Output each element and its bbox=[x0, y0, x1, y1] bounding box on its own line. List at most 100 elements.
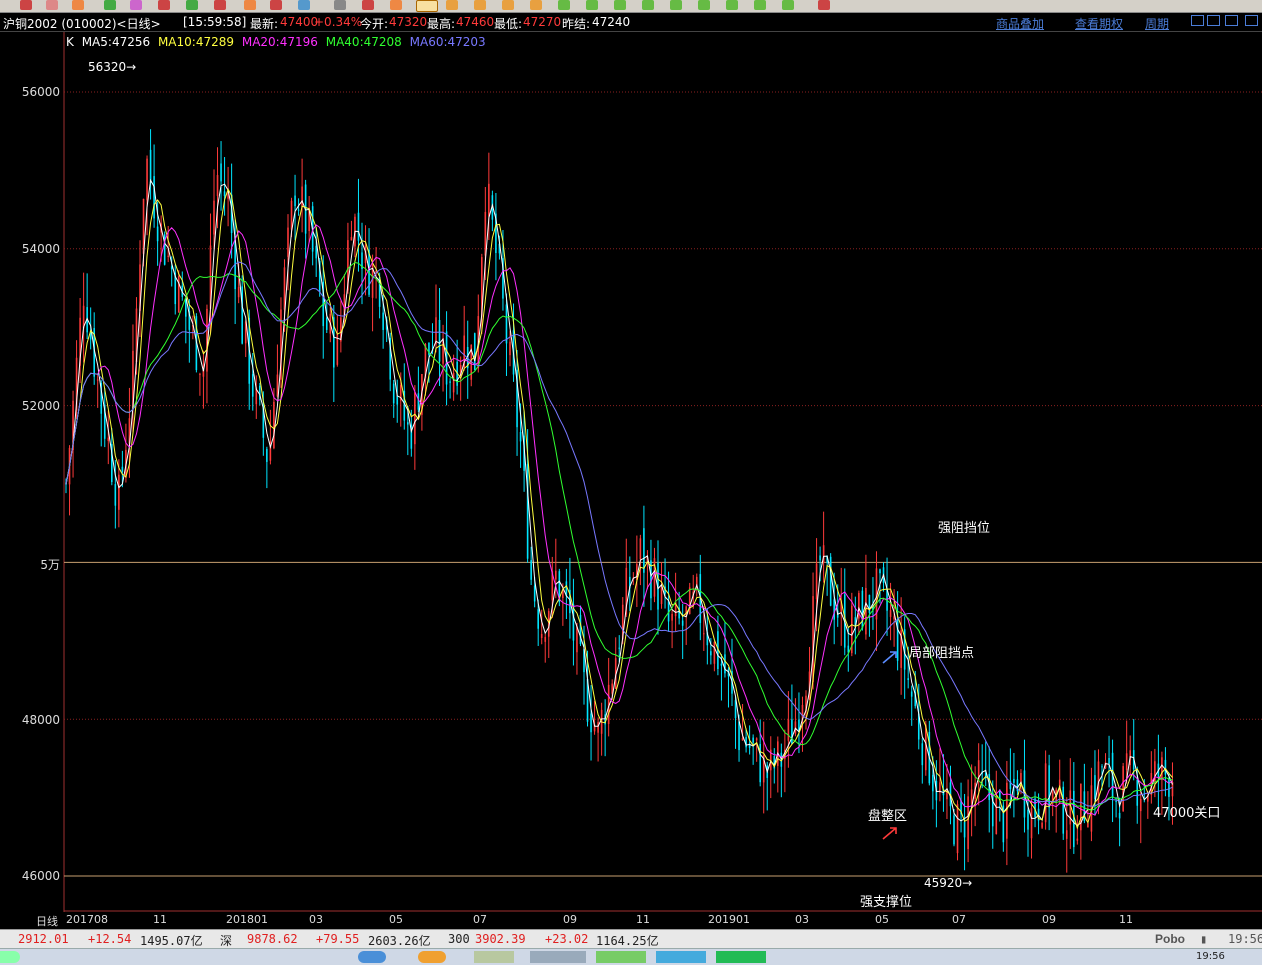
candle-body bbox=[96, 379, 99, 381]
toolbar-icon-9[interactable] bbox=[244, 0, 256, 10]
candle-body bbox=[273, 401, 275, 449]
candle-body bbox=[382, 312, 384, 330]
start-button[interactable] bbox=[0, 951, 20, 963]
candle-body bbox=[530, 560, 532, 580]
candle-body bbox=[350, 237, 353, 241]
taskbar-app-6-icon[interactable] bbox=[656, 951, 706, 963]
candle-body bbox=[812, 596, 814, 683]
candle-body bbox=[544, 636, 547, 642]
kline-chart[interactable] bbox=[0, 32, 1262, 912]
candle-body bbox=[1030, 808, 1033, 839]
period-2h-button[interactable] bbox=[726, 0, 738, 10]
candle-body bbox=[597, 722, 599, 733]
toolbar-icon-3[interactable] bbox=[72, 0, 84, 10]
candle-body bbox=[1108, 757, 1110, 764]
period-week-button[interactable] bbox=[446, 0, 458, 10]
commodity-overlay-link[interactable]: 商品叠加 bbox=[996, 15, 1044, 32]
period-month-button[interactable] bbox=[474, 0, 486, 10]
toolbar-icon-8[interactable] bbox=[214, 0, 226, 10]
period-tick-button[interactable] bbox=[782, 0, 794, 10]
toolbar-icon-6[interactable] bbox=[158, 0, 170, 10]
candle-body bbox=[537, 609, 539, 629]
toolbar-icon-7[interactable] bbox=[186, 0, 198, 10]
ma-legend: K MA5:47256 MA10:47289 MA20:47196 MA40:4… bbox=[66, 35, 490, 49]
period-quarter-button[interactable] bbox=[502, 0, 514, 10]
toolbar-icon-10[interactable] bbox=[270, 0, 282, 10]
candle-body bbox=[156, 226, 159, 242]
period-30min-button[interactable] bbox=[670, 0, 682, 10]
candle-body bbox=[153, 176, 155, 219]
period-day-button[interactable] bbox=[416, 0, 438, 12]
sz-index-amount: 2603.26亿 bbox=[368, 934, 431, 948]
candle-body bbox=[325, 317, 328, 330]
candle-body bbox=[815, 563, 818, 600]
candle-body bbox=[970, 789, 973, 804]
toolbar-icon-5[interactable] bbox=[130, 0, 142, 10]
period-year-button[interactable] bbox=[530, 0, 542, 10]
toolbar-icon-13[interactable] bbox=[362, 0, 374, 10]
candle-body bbox=[1027, 809, 1029, 830]
period-3min-button[interactable] bbox=[586, 0, 598, 10]
y-tick-50000: 5万 bbox=[40, 558, 60, 572]
toolbar-icon-calc[interactable] bbox=[818, 0, 830, 10]
candle-body bbox=[414, 392, 416, 445]
taskbar-app-5-icon[interactable] bbox=[596, 951, 646, 963]
candle-body bbox=[417, 393, 420, 410]
candle-body bbox=[216, 175, 219, 196]
taskbar-app-7-icon[interactable] bbox=[716, 951, 766, 963]
brand-label: Pobo bbox=[1155, 932, 1185, 946]
period-60min-button[interactable] bbox=[698, 0, 710, 10]
high-label: 最高: bbox=[427, 17, 456, 31]
x-tick: 201708 bbox=[66, 913, 108, 926]
status-clock: 19:56 bbox=[1228, 932, 1262, 946]
period-link[interactable]: 周期 bbox=[1145, 15, 1169, 32]
candle-body bbox=[449, 381, 451, 383]
x-tick: 201901 bbox=[708, 913, 750, 926]
view-options-link[interactable]: 查看期权 bbox=[1075, 15, 1123, 32]
resistance-annotation: 强阻挡位 bbox=[938, 521, 991, 536]
candle-body bbox=[555, 570, 557, 580]
toolbar-icon-2[interactable] bbox=[46, 0, 58, 10]
candle-body bbox=[710, 651, 712, 656]
x-tick: 11 bbox=[636, 913, 650, 926]
period-4h-button[interactable] bbox=[754, 0, 766, 10]
restore-icon[interactable] bbox=[1225, 15, 1238, 26]
symbol-title: 沪铜2002 (010002)<日线> bbox=[3, 17, 161, 31]
candle-body bbox=[114, 484, 117, 506]
candle-body bbox=[199, 373, 201, 375]
toolbar-icon-4[interactable] bbox=[104, 0, 116, 10]
maximize-icon[interactable] bbox=[1245, 15, 1258, 26]
low-label: 最低: bbox=[494, 17, 523, 31]
candle-body bbox=[1062, 786, 1065, 834]
candle-body bbox=[688, 587, 691, 614]
candle-body bbox=[1006, 782, 1008, 839]
next-window-icon[interactable] bbox=[1207, 15, 1220, 26]
taskbar-app-1-icon[interactable] bbox=[358, 951, 386, 963]
prev-window-icon[interactable] bbox=[1191, 15, 1204, 26]
candle-body bbox=[741, 738, 744, 741]
toolbar-icon-12[interactable] bbox=[334, 0, 346, 10]
taskbar-app-2-icon[interactable] bbox=[418, 951, 446, 963]
taskbar-clock: 19:56 bbox=[1196, 951, 1225, 962]
toolbar-icon-14[interactable] bbox=[390, 0, 402, 10]
taskbar-app-3-icon[interactable] bbox=[474, 951, 514, 963]
candle-body bbox=[932, 774, 934, 792]
candle-body bbox=[833, 599, 835, 620]
quote-time: [15:59:58] bbox=[183, 15, 247, 29]
period-15min-button[interactable] bbox=[642, 0, 654, 10]
period-1min-button[interactable] bbox=[558, 0, 570, 10]
candle-body bbox=[590, 713, 592, 733]
x-tick: 09 bbox=[1042, 913, 1056, 926]
candle-body bbox=[921, 743, 924, 766]
cyb-index-label: 300 bbox=[448, 932, 470, 946]
period-5min-button[interactable] bbox=[614, 0, 626, 10]
candle-body bbox=[407, 422, 409, 425]
candle-body bbox=[1076, 838, 1079, 841]
toolbar-icon-11[interactable] bbox=[298, 0, 310, 10]
toolbar-icon-1[interactable] bbox=[20, 0, 32, 10]
taskbar-app-4-icon[interactable] bbox=[530, 951, 586, 963]
prev-settle-price: 47240 bbox=[592, 15, 631, 29]
candle-body bbox=[435, 317, 437, 345]
candle-body bbox=[1125, 753, 1128, 771]
candle-body bbox=[1168, 778, 1170, 797]
